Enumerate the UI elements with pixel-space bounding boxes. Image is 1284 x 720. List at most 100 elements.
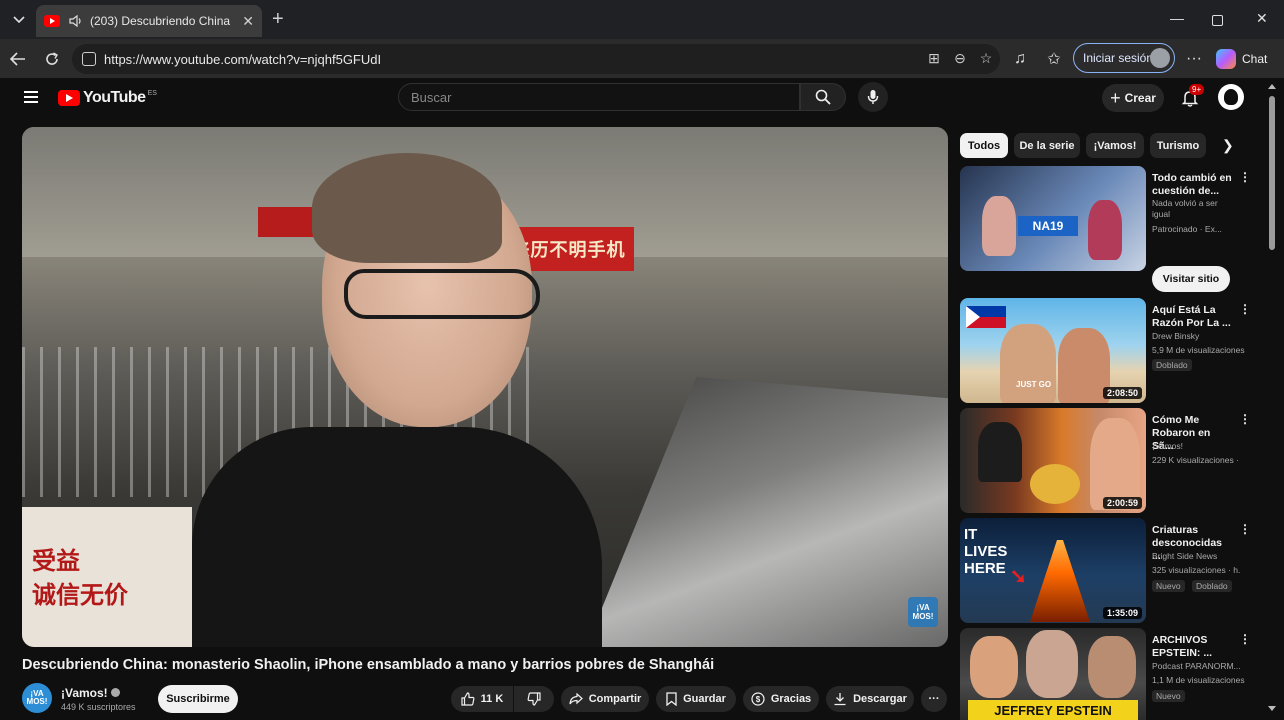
video-title: Descubriendo China: monasterio Shaolin, …	[22, 657, 715, 673]
signin-label: Iniciar sesión	[1083, 51, 1154, 65]
chip-todos[interactable]: Todos	[960, 133, 1008, 158]
channel-avatar[interactable]: ¡VA MOS!	[22, 683, 52, 713]
address-bar[interactable]: https://www.youtube.com/watch?v=njqhf5GF…	[72, 44, 1000, 74]
tab-list-button[interactable]	[8, 9, 30, 31]
channel-name[interactable]: Bright Side News	[1152, 551, 1248, 561]
save-button[interactable]: Guardar	[656, 686, 736, 712]
recommendation-item[interactable]: JEFFREY EPSTEIN ARCHIVOS EPSTEIN: ... ⋮ …	[960, 628, 1251, 720]
channel-name[interactable]: Podcast PARANORM...	[1152, 661, 1248, 671]
window-close-icon[interactable]: ✕	[1256, 10, 1268, 27]
channel-name[interactable]: ¡Vamos!	[1152, 441, 1248, 451]
chevron-right-icon[interactable]: ❯	[1222, 137, 1234, 154]
thumbnail-person-1	[970, 636, 1018, 698]
video-player[interactable]: 和来历不明手机 受益 诚信无价 ¡VA MOS!	[22, 127, 948, 647]
subscribe-button[interactable]: Suscribirme	[158, 685, 238, 713]
copilot-icon	[1216, 49, 1236, 69]
recommendation-item[interactable]: IT LIVES HERE ➘ 1:35:09 Criaturas descon…	[960, 518, 1251, 623]
thanks-button[interactable]: $ Gracias	[743, 686, 819, 712]
favorites-icon[interactable]: ✩	[1044, 49, 1064, 69]
video-frame-person-body	[192, 427, 602, 647]
channel-name[interactable]: Drew Binsky	[1152, 331, 1248, 341]
more-actions-button[interactable]: ···	[921, 686, 947, 712]
ad-sponsored-line: Patrocinado · Ex...	[1152, 224, 1222, 234]
share-button[interactable]: Compartir	[561, 686, 649, 712]
more-vertical-icon[interactable]: ⋮	[1239, 523, 1251, 535]
browser-tab-active[interactable]: (203) Descubriendo China: mo ✕	[36, 5, 262, 37]
back-icon[interactable]	[8, 49, 28, 69]
maximize-icon[interactable]	[1212, 15, 1223, 26]
media-control-icon[interactable]: ♫	[1010, 49, 1030, 69]
channel-name-text: ¡Vamos!	[61, 686, 108, 700]
recommendation-title[interactable]: Todo cambió en cuestión de...	[1152, 172, 1232, 198]
recommendation-item[interactable]: 2:00:59 Cómo Me Robaron en Sã... ⋮ ¡Vamo…	[960, 408, 1251, 513]
tab-close-icon[interactable]: ✕	[242, 13, 254, 30]
more-vertical-icon[interactable]: ⋮	[1239, 633, 1251, 645]
youtube-wordmark: YouTube	[83, 89, 146, 106]
zoom-icon[interactable]: ⊖	[952, 50, 968, 66]
new-tab-icon[interactable]: +	[272, 9, 284, 29]
chevron-down-icon	[13, 16, 25, 24]
video-thumbnail[interactable]: NA19	[960, 166, 1146, 271]
download-label: Descargar	[853, 693, 907, 705]
scroll-up-arrow-icon[interactable]	[1268, 84, 1276, 89]
reload-icon[interactable]	[42, 49, 62, 69]
thumbnail-text: NA19	[1018, 216, 1078, 236]
thumbnail-volcano	[1030, 540, 1090, 622]
video-duration: 2:08:50	[1102, 387, 1142, 399]
ad-description: Nada volvió a ser igual	[1152, 198, 1218, 219]
favorite-star-icon[interactable]: ☆	[978, 50, 994, 66]
download-button[interactable]: Descargar	[826, 686, 914, 712]
chip-turismo[interactable]: Turismo	[1150, 133, 1206, 158]
download-icon	[834, 693, 846, 706]
scroll-down-arrow-icon[interactable]	[1268, 706, 1276, 711]
more-vertical-icon[interactable]: ⋮	[1239, 303, 1251, 315]
chip-vamos[interactable]: ¡Vamos!	[1086, 133, 1144, 158]
signin-button[interactable]: Iniciar sesión	[1073, 43, 1175, 73]
scrollbar-thumb[interactable]	[1269, 96, 1275, 250]
copilot-chat-button[interactable]: Chat	[1216, 45, 1267, 73]
chip-de-la-serie[interactable]: De la serie	[1014, 133, 1080, 158]
youtube-logo[interactable]: YouTube ES	[58, 89, 157, 107]
voice-search-button[interactable]	[858, 82, 888, 112]
profile-avatar-icon	[1150, 48, 1170, 68]
menu-icon[interactable]	[24, 91, 38, 103]
recommendation-item[interactable]: JUST GO 2:08:50 Aquí Está La Razón Por L…	[960, 298, 1251, 403]
channel-watermark[interactable]: ¡VA MOS!	[908, 597, 938, 627]
thanks-dollar-icon: $	[751, 692, 765, 706]
dislike-button[interactable]	[514, 686, 554, 712]
visit-site-button[interactable]: Visitar sitio	[1152, 266, 1230, 292]
recommendation-title[interactable]: Aquí Está La Razón Por La ...	[1152, 304, 1232, 330]
verified-check-icon	[110, 688, 120, 697]
share-icon	[569, 693, 583, 705]
more-horizontal-icon: ···	[928, 693, 940, 705]
notification-count-badge: 9+	[1189, 84, 1205, 95]
more-vertical-icon[interactable]: ⋮	[1239, 171, 1251, 183]
view-count: 325 visualizaciones · h.	[1152, 565, 1241, 575]
app-install-icon[interactable]: ⊞	[926, 50, 942, 66]
recommendation-ad[interactable]: NA19 Todo cambió en cuestión de... ⋮ Nad…	[960, 166, 1251, 292]
more-vertical-icon[interactable]: ⋮	[1239, 413, 1251, 425]
recommendation-title[interactable]: ARCHIVOS EPSTEIN: ...	[1152, 634, 1232, 660]
search-input[interactable]: Buscar	[398, 83, 800, 111]
like-button[interactable]: 11 K	[451, 686, 513, 712]
user-avatar[interactable]	[1218, 84, 1244, 110]
channel-name[interactable]: ¡Vamos!	[61, 686, 120, 700]
create-button[interactable]: + Crear	[1102, 84, 1164, 112]
sign-text-line1: 受益	[32, 548, 80, 575]
video-thumbnail[interactable]: IT LIVES HERE ➘ 1:35:09	[960, 518, 1146, 623]
minimize-icon[interactable]: —	[1170, 10, 1184, 26]
dubbed-badge: Doblado	[1152, 359, 1192, 371]
video-thumbnail[interactable]: JUST GO 2:08:50	[960, 298, 1146, 403]
video-thumbnail[interactable]: 2:00:59	[960, 408, 1146, 513]
url-text[interactable]: https://www.youtube.com/watch?v=njqhf5GF…	[104, 52, 381, 67]
url-bar-icons: ⊞ ⊖ ☆	[926, 50, 994, 66]
search-button[interactable]	[800, 83, 846, 111]
browser-tab-bar: (203) Descubriendo China: mo ✕ + — ✕	[0, 0, 1284, 40]
svg-text:$: $	[756, 695, 761, 704]
browser-nav-bar: https://www.youtube.com/watch?v=njqhf5GF…	[0, 40, 1284, 78]
thumbnail-text: JEFFREY EPSTEIN	[968, 700, 1138, 720]
more-options-icon[interactable]: ···	[1184, 49, 1204, 69]
site-info-icon[interactable]	[82, 52, 96, 66]
video-thumbnail[interactable]: JEFFREY EPSTEIN	[960, 628, 1146, 720]
speaker-icon[interactable]	[68, 13, 84, 29]
